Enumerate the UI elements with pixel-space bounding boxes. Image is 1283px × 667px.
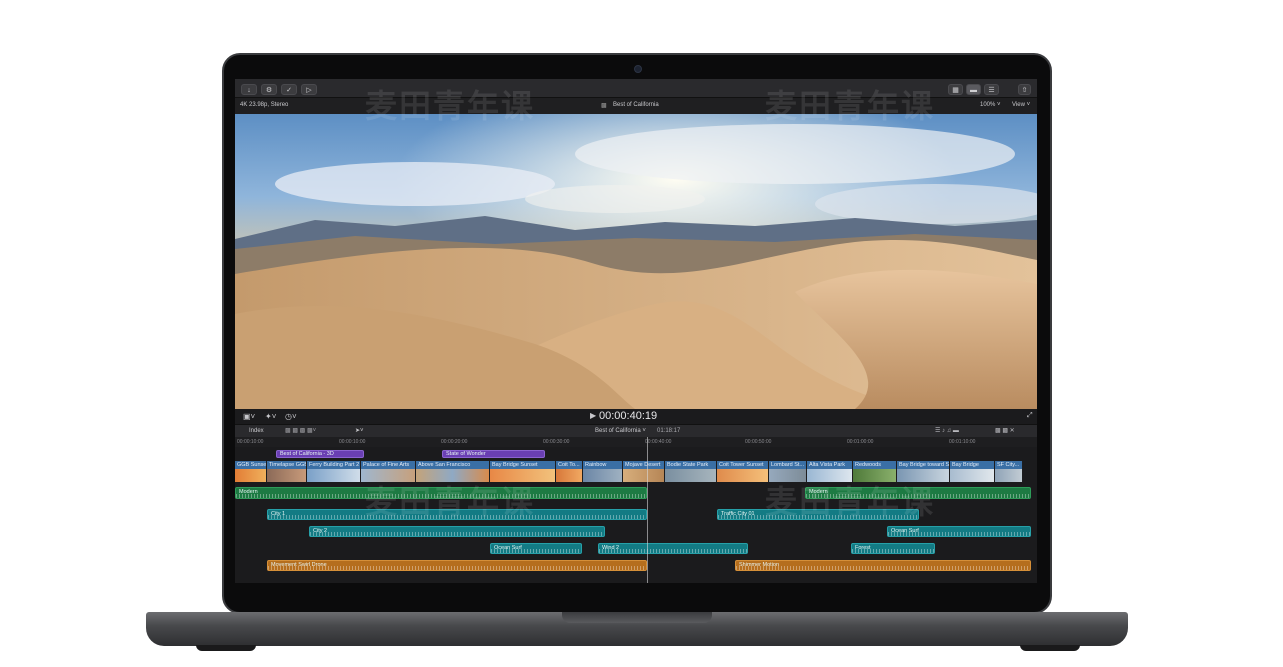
ruler-tick-label: 00:00:50:00 <box>745 439 772 445</box>
inspector-icon[interactable]: ☰ <box>984 84 999 95</box>
video-clip[interactable]: Mojave Desert <box>623 461 665 482</box>
transform-icon[interactable]: ▣˅ <box>243 412 255 421</box>
ruler-tick-label: 00:00:10:00 <box>339 439 366 445</box>
project-title: Best of California <box>613 102 659 108</box>
view-menu[interactable]: View ˅ <box>1012 102 1030 108</box>
desert-scene <box>235 114 1037 409</box>
filmstrip-icon[interactable]: ▬ <box>966 84 981 95</box>
watermark: 麦田青年课 <box>765 87 936 125</box>
speed-icon[interactable]: ◷˅ <box>285 412 297 421</box>
play-icon[interactable]: ▶ <box>590 411 596 420</box>
audio-clip[interactable]: Ocean Surf <box>887 526 1031 537</box>
camera <box>634 65 642 73</box>
timeline-view-icons[interactable]: ▩ ▩ ✕ <box>995 427 1015 434</box>
project-selector[interactable]: Best of California ˅ <box>595 428 646 434</box>
audio-clip[interactable]: Wind 2 <box>598 543 748 554</box>
laptop-foot-right <box>1020 645 1080 651</box>
effects-clip[interactable]: Movement Swirl Drone <box>267 560 647 571</box>
viewer-controls: ▣˅ ✦˅ ◷˅ ▶ 00:00:40:19 ⤢ <box>235 409 1037 424</box>
share-icon[interactable]: ⇧ <box>1018 84 1031 95</box>
enhance-icon[interactable]: ✦˅ <box>265 412 276 421</box>
ruler-tick-label: 00:01:00:00 <box>847 439 874 445</box>
zoom-menu[interactable]: 100% ˅ <box>980 102 1001 108</box>
playhead[interactable] <box>647 437 648 583</box>
project-duration: 01:18:17 <box>657 428 681 434</box>
video-clip[interactable]: Rainbow <box>583 461 623 482</box>
check-icon[interactable]: ✓ <box>281 84 297 95</box>
title-clip[interactable]: State of Wonder <box>442 450 545 458</box>
laptop-foot-left <box>196 645 256 651</box>
fullscreen-icon[interactable]: ⤢ <box>1027 412 1033 420</box>
project-icon: ▩ <box>601 103 607 109</box>
timeline-ruler: 00:00:10:00 00:00:10:00 00:00:20:00 00:0… <box>235 437 1037 447</box>
clip-appearance-icons[interactable]: ▩ ▩ ▩ ▩˅ <box>285 427 316 434</box>
timecode: 00:00:40:19 <box>599 410 658 422</box>
ruler-tick-label: 00:00:30:00 <box>543 439 570 445</box>
ruler-tick-label: 00:00:40:00 <box>645 439 672 445</box>
key-icon[interactable]: ⚙ <box>261 84 277 95</box>
video-clip[interactable]: Timelapse GGB <box>267 461 307 482</box>
trackpad-notch <box>562 612 712 623</box>
ruler-tick-label: 00:00:10:00 <box>237 439 264 445</box>
audio-clip[interactable]: Ocean Surf <box>490 543 582 554</box>
video-clip[interactable]: Coit To... <box>556 461 583 482</box>
audio-clip[interactable]: City 2 <box>309 526 605 537</box>
watermark: 麦田青年课 <box>365 87 536 125</box>
tag-icon[interactable]: ▷ <box>301 84 317 95</box>
video-clip[interactable]: Bodie State Park <box>665 461 717 482</box>
video-clip[interactable]: GGB Sunset <box>235 461 267 482</box>
grid-view-icon[interactable]: ▦ <box>948 84 963 95</box>
timeline-header: Index ▩ ▩ ▩ ▩˅ ➤˅ Best of California ˅ 0… <box>235 424 1037 437</box>
effects-clip[interactable]: Shimmer Motion <box>735 560 1031 571</box>
watermark: 麦田青年课 <box>765 483 936 521</box>
audio-clip[interactable]: Forest <box>851 543 935 554</box>
video-clip[interactable]: SF City... <box>995 461 1023 482</box>
video-clip[interactable]: Coit Tower Sunset <box>717 461 769 482</box>
video-clip[interactable]: Ferry Building Part 2 <box>307 461 361 482</box>
viewer-image <box>235 114 1037 409</box>
ruler-tick-label: 00:01:10:00 <box>949 439 976 445</box>
title-clip[interactable]: Best of California - 3D <box>276 450 364 458</box>
video-clip[interactable]: Bay Bridge <box>950 461 995 482</box>
select-tool-icon[interactable]: ➤˅ <box>355 427 364 434</box>
index-button[interactable]: Index <box>249 428 264 434</box>
import-icon[interactable]: ↓ <box>241 84 257 95</box>
app-window: ↓ ⚙ ✓ ▷ ▦ ▬ ☰ ⇧ 4K 23.98p, Stereo ▩ Best… <box>235 79 1037 583</box>
audio-meter-icons[interactable]: ☰ ♪ ♫ ▬ <box>935 427 959 434</box>
ruler-tick-label: 00:00:20:00 <box>441 439 468 445</box>
format-label: 4K 23.98p, Stereo <box>240 102 289 108</box>
watermark: 麦田青年课 <box>365 483 536 521</box>
